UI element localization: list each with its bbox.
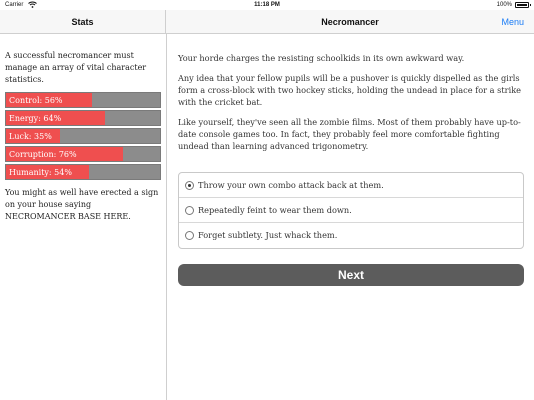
choice-option[interactable]: Repeatedly feint to wear them down.: [179, 198, 523, 223]
stat-bar-corruption: Corruption: 76%: [5, 146, 161, 162]
battery-percent: 100%: [496, 2, 512, 8]
story-paragraph: Your horde charges the resisting schoolk…: [178, 53, 465, 63]
radio-icon[interactable]: [185, 231, 194, 240]
page-title: Necromancer: [321, 17, 379, 27]
stats-header: Stats: [0, 10, 166, 34]
stats-intro: A successful necromancer must manage an …: [5, 51, 147, 84]
story-text: Your horde charges the resisting schoolk…: [178, 52, 524, 160]
stat-bar-label: Energy: 64%: [9, 114, 62, 123]
clock: 11:18 PM: [254, 2, 280, 8]
choice-option[interactable]: Forget subtlety. Just whack them.: [179, 223, 523, 248]
stat-bar-energy: Energy: 64%: [5, 110, 161, 126]
stat-bars: Control: 56% Energy: 64% Luck: 35% Corru…: [5, 92, 161, 180]
stats-panel: A successful necromancer must manage an …: [5, 50, 161, 223]
next-label: Next: [337, 268, 364, 282]
choice-label: Repeatedly feint to wear them down.: [198, 205, 352, 215]
choice-label: Forget subtlety. Just whack them.: [198, 230, 338, 240]
choice-label: Throw your own combo attack back at them…: [198, 180, 384, 190]
choice-option[interactable]: Throw your own combo attack back at them…: [179, 173, 523, 198]
stat-bar-control: Control: 56%: [5, 92, 161, 108]
stats-outro: You might as well have erected a sign on…: [5, 188, 159, 221]
story-paragraph: Like yourself, they've seen all the zomb…: [178, 117, 521, 151]
stat-bar-label: Control: 56%: [9, 96, 63, 105]
next-button[interactable]: Next: [178, 264, 524, 286]
stat-bar-label: Luck: 35%: [9, 132, 52, 141]
stat-bar-luck: Luck: 35%: [5, 128, 161, 144]
battery-icon: [515, 2, 531, 8]
radio-icon[interactable]: [185, 181, 194, 190]
status-bar: Carrier 11:18 PM 100%: [0, 0, 534, 10]
radio-icon[interactable]: [185, 206, 194, 215]
stat-bar-label: Humanity: 54%: [9, 168, 72, 177]
choice-list: Throw your own combo attack back at them…: [178, 172, 524, 249]
stat-bar-humanity: Humanity: 54%: [5, 164, 161, 180]
stats-title: Stats: [71, 16, 94, 27]
story-paragraph: Any idea that your fellow pupils will be…: [178, 73, 521, 107]
panel-divider: [166, 34, 167, 400]
main-header: Necromancer Menu: [166, 10, 534, 34]
menu-button[interactable]: Menu: [501, 17, 524, 27]
stat-bar-label: Corruption: 76%: [9, 150, 77, 159]
